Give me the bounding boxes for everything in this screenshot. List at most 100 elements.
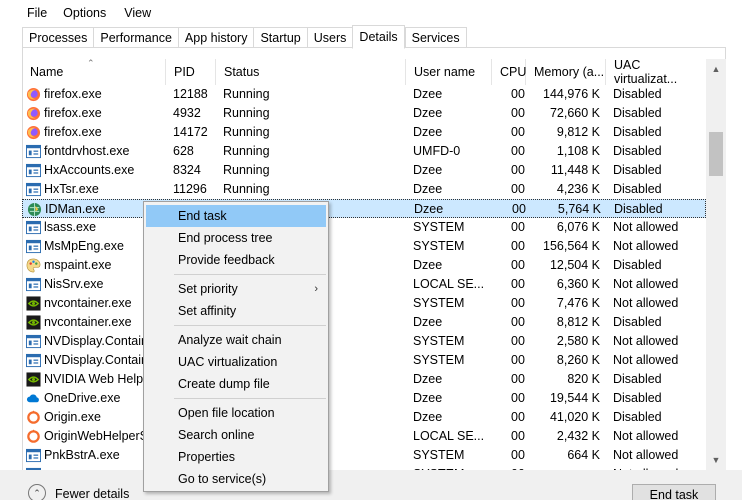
chevron-up-circle-icon[interactable]: ⌃: [28, 484, 46, 500]
ctx-go-to-services[interactable]: Go to service(s): [146, 468, 326, 490]
tab-processes[interactable]: Processes: [22, 27, 94, 48]
column-header-name[interactable]: ⌃ Name: [22, 58, 166, 85]
nvidia-icon: [26, 372, 41, 387]
process-memory: 2,432 K: [556, 429, 600, 443]
tab-users[interactable]: Users: [306, 27, 353, 48]
column-label: PID: [174, 65, 195, 79]
process-user: Dzee: [413, 410, 443, 424]
scroll-up-arrow-icon[interactable]: ▲: [706, 59, 726, 79]
process-uac: Not allowed: [613, 239, 679, 253]
ctx-set-priority-label: Set priority: [178, 282, 238, 296]
column-label: Status: [224, 65, 260, 79]
column-header-status[interactable]: Status: [216, 59, 406, 85]
table-row[interactable]: OriginWebHelperS LOCAL SE... 00 2,432 K Not …: [22, 427, 706, 446]
ctx-search-online[interactable]: Search online: [146, 424, 326, 446]
process-name: firefox.exe: [44, 125, 102, 139]
table-row[interactable]: PnkBstrA.exe SYSTEM 00 664 K Not allowed: [22, 446, 706, 465]
process-uac: Not allowed: [613, 296, 679, 310]
table-row[interactable]: firefox.exe 14172 Running Dzee 00 9,812 K Disa…: [22, 123, 706, 142]
menu-file[interactable]: File: [0, 6, 55, 20]
process-list: firefox.exe 12188 Running Dzee 00 144,976 K Di…: [22, 85, 706, 470]
column-header-pid[interactable]: PID: [166, 59, 216, 85]
table-row[interactable]: nvcontainer.exe Dzee 00 8,812 K Disabled: [22, 313, 706, 332]
origin-icon: [26, 429, 41, 444]
column-label: User name: [414, 65, 476, 79]
table-row[interactable]: OneDrive.exe Dzee 00 19,544 K Disabled: [22, 389, 706, 408]
menu-view[interactable]: View: [114, 6, 159, 20]
process-uac: Disabled: [613, 182, 662, 196]
scrollbar-thumb[interactable]: [709, 132, 723, 176]
window-app-icon: [26, 220, 41, 235]
process-user: Dzee: [413, 315, 443, 329]
tab-bar: Processes Performance App history Startu…: [22, 25, 467, 49]
menu-separator: [174, 274, 326, 275]
ctx-uac-virtualization[interactable]: UAC virtualization: [146, 351, 326, 373]
table-row[interactable]: Origin.exe Dzee 00 41,020 K Disabled: [22, 408, 706, 427]
ctx-provide-feedback[interactable]: Provide feedback: [146, 249, 326, 271]
column-header-user-name[interactable]: User name: [406, 59, 492, 85]
firefox-icon: [26, 125, 41, 140]
process-memory: 19,544 K: [549, 391, 600, 405]
process-user: Dzee: [413, 163, 443, 177]
table-row[interactable]: lsass.exe SYSTEM 00 6,076 K Not allowed: [22, 218, 706, 237]
table-row[interactable]: MsMpEng.exe SYSTEM 00 156,564 K Not allowed: [22, 237, 706, 256]
process-pid: 14172: [173, 125, 208, 139]
table-row[interactable]: NisSrv.exe LOCAL SE... 00 6,360 K Not allowe…: [22, 275, 706, 294]
table-row[interactable]: HxTsr.exe 11296 Running Dzee 00 4,236 K Disabl…: [22, 180, 706, 199]
tab-performance[interactable]: Performance: [93, 27, 178, 48]
column-header-uac[interactable]: UAC virtualizat...: [606, 58, 706, 86]
table-row[interactable]: firefox.exe 4932 Running Dzee 00 72,660 K Disa…: [22, 104, 706, 123]
ctx-analyze-wait-chain[interactable]: Analyze wait chain: [146, 329, 326, 351]
context-menu: End task End process tree Provide feedba…: [143, 201, 329, 492]
process-uac: Disabled: [613, 315, 662, 329]
fewer-details-link[interactable]: Fewer details: [55, 487, 129, 500]
scroll-down-arrow-icon[interactable]: ▼: [706, 450, 726, 470]
menu-separator: [174, 325, 326, 326]
process-user: SYSTEM: [413, 239, 465, 253]
table-row[interactable]: NVIDIA Web Helpe Dzee 00 820 K Disabled: [22, 370, 706, 389]
process-user: LOCAL SE...: [413, 429, 485, 443]
table-row[interactable]: firefox.exe 12188 Running Dzee 00 144,976 K Di…: [22, 85, 706, 104]
process-memory: 1,108 K: [556, 144, 600, 158]
ctx-set-priority[interactable]: Set priority ›: [146, 278, 326, 300]
process-memory: 72,660 K: [549, 106, 600, 120]
process-memory: 8,812 K: [556, 315, 600, 329]
process-uac: Not allowed: [613, 353, 679, 367]
process-memory: 664 K: [567, 448, 600, 462]
process-uac: Disabled: [613, 144, 662, 158]
column-label: CPU: [500, 65, 527, 79]
ctx-properties[interactable]: Properties: [146, 446, 326, 468]
table-row[interactable]: fontdrvhost.exe 628 Running UMFD-0 00 1,108 K…: [22, 142, 706, 161]
table-row[interactable]: nvcontainer.exe SYSTEM 00 7,476 K Not allowe…: [22, 294, 706, 313]
paint-icon: [26, 258, 41, 273]
ctx-set-affinity[interactable]: Set affinity: [146, 300, 326, 322]
process-user: SYSTEM: [413, 220, 465, 234]
ctx-end-process-tree[interactable]: End process tree: [146, 227, 326, 249]
tab-app-history[interactable]: App history: [177, 27, 254, 48]
menu-options[interactable]: Options: [55, 6, 114, 20]
nvidia-icon: [26, 315, 41, 330]
ctx-create-dump-file[interactable]: Create dump file: [146, 373, 326, 395]
column-header-cpu[interactable]: CPU: [492, 59, 526, 85]
tab-details[interactable]: Details: [352, 25, 405, 49]
table-row[interactable]: mspaint.exe Dzee 00 12,504 K Disabled: [22, 256, 706, 275]
process-name: HxTsr.exe: [44, 182, 99, 196]
process-pid: 12188: [173, 87, 208, 101]
process-uac: Not allowed: [613, 448, 679, 462]
vertical-scrollbar[interactable]: ▲ ▼: [706, 59, 726, 470]
tab-startup[interactable]: Startup: [253, 27, 307, 48]
table-row[interactable]: HxAccounts.exe 8324 Running Dzee 00 11,448 KD…: [22, 161, 706, 180]
process-name: firefox.exe: [44, 106, 102, 120]
ctx-end-task[interactable]: End task: [146, 205, 326, 227]
menu-separator: [174, 398, 326, 399]
column-header-memory[interactable]: Memory (a...: [526, 59, 606, 85]
ctx-open-file-location[interactable]: Open file location: [146, 402, 326, 424]
process-uac: Disabled: [613, 258, 662, 272]
process-uac: Disabled: [613, 410, 662, 424]
end-task-button[interactable]: End task: [632, 484, 716, 500]
table-row[interactable]: NVDisplay.Contain SYSTEM 00 2,580 K Not allo…: [22, 332, 706, 351]
table-row[interactable]: IDMan.exe Dzee 00 5,764 K Disabled: [22, 199, 706, 218]
process-user: SYSTEM: [413, 296, 465, 310]
table-row[interactable]: NVDisplay.Contain SYSTEM 00 8,260 K Not allo…: [22, 351, 706, 370]
tab-services[interactable]: Services: [404, 27, 467, 48]
